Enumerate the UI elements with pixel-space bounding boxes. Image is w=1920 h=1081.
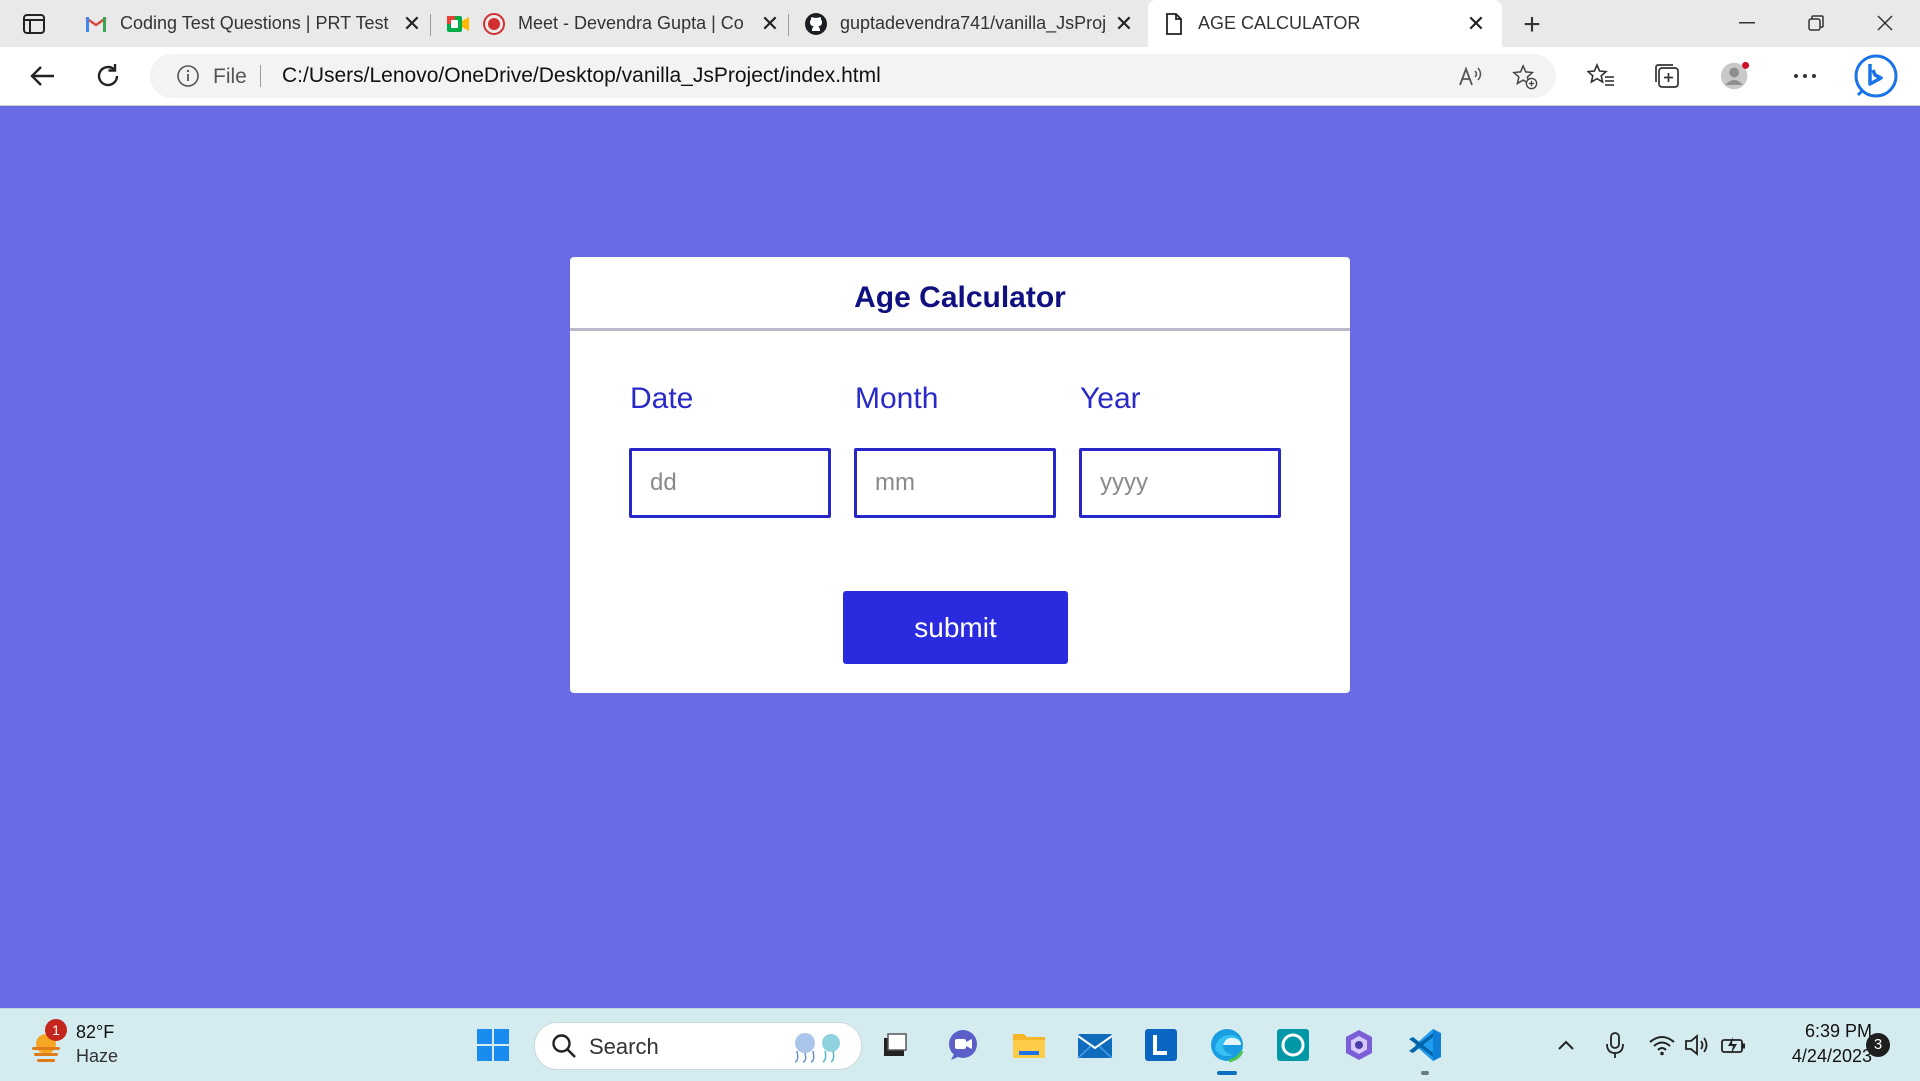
age-calculator-card: Age Calculator Date Month Year submit [570,257,1350,693]
taskbar-search[interactable]: Search [534,1022,862,1070]
month-input[interactable] [854,448,1056,518]
notification-badge[interactable]: 3 [1866,1033,1890,1057]
search-label: Search [589,1034,659,1059]
back-arrow-icon[interactable] [24,58,60,94]
recording-icon [482,12,506,36]
windows-start-icon[interactable] [472,1024,514,1066]
tab-title: AGE CALCULATOR [1198,13,1361,33]
favorites-icon[interactable] [1586,61,1616,91]
address-url[interactable]: C:/Users/Lenovo/OneDrive/Desktop/vanilla… [282,64,881,88]
address-scheme: File [213,65,247,88]
mail-icon[interactable] [1074,1024,1116,1066]
collections-icon[interactable] [1652,61,1682,91]
weather-badge: 1 [45,1019,67,1041]
copilot-icon[interactable] [1338,1024,1380,1066]
read-aloud-icon[interactable] [1458,64,1484,90]
add-favorite-icon[interactable] [1512,63,1538,90]
address-separator [260,65,261,87]
chevron-up-icon[interactable] [1552,1031,1580,1059]
submit-button[interactable]: submit [843,591,1068,664]
edge-icon[interactable] [1206,1024,1248,1066]
close-icon[interactable]: ✕ [400,11,424,36]
teams-chat-icon[interactable] [942,1024,984,1066]
page-icon [1162,12,1186,36]
wifi-icon[interactable] [1648,1031,1676,1059]
windows-taskbar: 1 82°F Haze Search 6:39 PM 4/24/2023 3 [0,1008,1920,1081]
google-meet-icon [446,12,470,36]
close-window-icon[interactable] [1862,8,1908,38]
browser-toolbar: File C:/Users/Lenovo/OneDrive/Desktop/va… [0,47,1920,106]
refresh-icon[interactable] [90,58,126,94]
tab-separator [430,14,431,36]
close-icon[interactable]: ✕ [1464,11,1488,36]
app-running-indicator [1421,1071,1429,1075]
app-active-indicator [1217,1071,1237,1075]
battery-icon[interactable] [1720,1031,1748,1059]
profile-avatar-icon[interactable] [1720,61,1750,91]
tab-title: guptadevendra741/vanilla_JsProj [840,13,1107,33]
tab-title: Coding Test Questions | PRT Test [120,13,389,33]
restore-icon[interactable] [1793,8,1839,38]
page-title: Age Calculator [854,281,1066,314]
date-label: Date [630,382,694,415]
tab-title: Meet - Devendra Gupta | Co [518,13,744,33]
tab-meet[interactable]: Meet - Devendra Gupta | Co ✕ [446,6,782,41]
github-icon [804,12,828,36]
weather-condition: Haze [76,1046,119,1066]
tab-age-calculator[interactable]: AGE CALCULATOR ✕ [1148,0,1502,47]
info-icon[interactable] [176,64,200,88]
year-input[interactable] [1079,448,1281,518]
alexa-icon[interactable] [1272,1024,1314,1066]
more-options-icon[interactable] [1790,61,1820,91]
year-label: Year [1080,382,1141,415]
page-background: Age Calculator Date Month Year submit [0,106,1920,1008]
search-icon [551,1033,577,1059]
title-divider [570,328,1350,331]
close-icon[interactable]: ✕ [1112,11,1136,36]
date-input[interactable] [629,448,831,518]
vscode-icon[interactable] [1404,1024,1446,1066]
tab-github[interactable]: guptadevendra741/vanilla_JsProj ✕ [804,6,1136,41]
tab-coding-test[interactable]: Coding Test Questions | PRT Test ✕ [84,6,424,41]
task-view-icon[interactable] [874,1024,916,1066]
month-label: Month [855,382,939,415]
linkedin-app-icon[interactable] [1140,1024,1182,1066]
weather-temperature: 82°F [76,1022,115,1042]
microphone-icon[interactable] [1601,1031,1629,1059]
search-highlight-icon [783,1029,853,1063]
volume-icon[interactable] [1684,1031,1712,1059]
minimize-icon[interactable] [1724,8,1770,38]
bing-copilot-icon[interactable] [1854,54,1898,98]
browser-tab-strip: Coding Test Questions | PRT Test ✕ Meet … [0,0,1920,47]
tab-separator [788,14,789,36]
clock-date: 4/24/2023 [1791,1046,1872,1066]
gmail-icon [84,12,108,36]
new-tab-plus-icon[interactable]: + [1516,8,1548,42]
file-explorer-icon[interactable] [1008,1024,1050,1066]
close-icon[interactable]: ✕ [758,11,782,36]
tab-actions-icon[interactable] [18,10,50,38]
address-bar[interactable]: File C:/Users/Lenovo/OneDrive/Desktop/va… [150,54,1556,98]
clock-time: 6:39 PM [1804,1021,1872,1041]
